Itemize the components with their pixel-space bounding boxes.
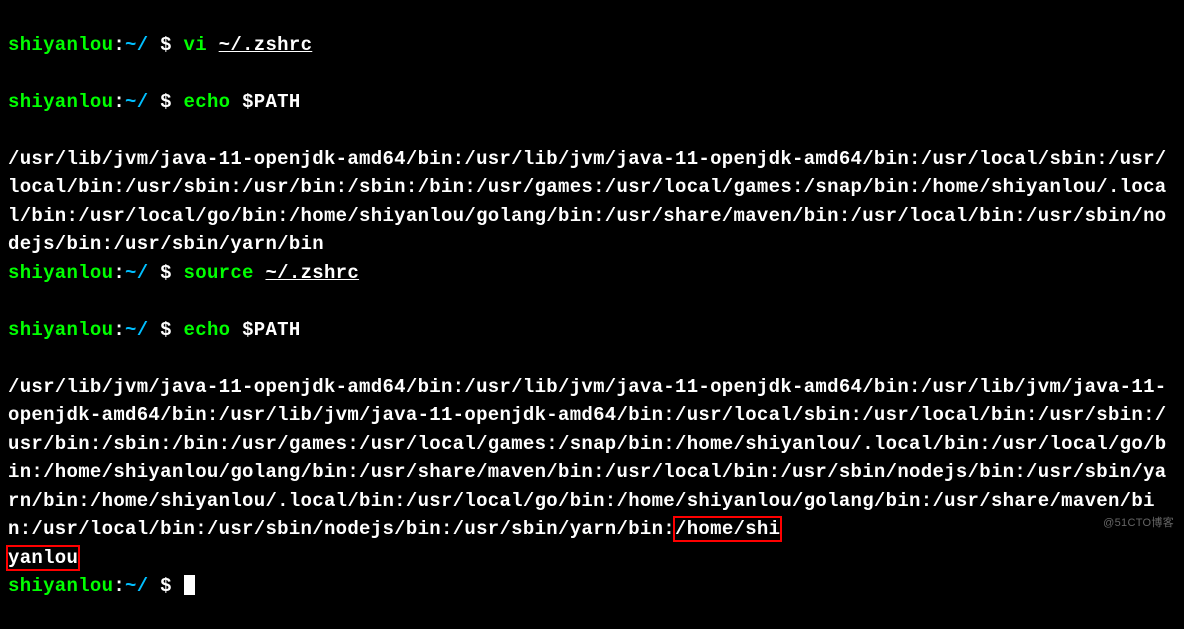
arg-path-1: $PATH [242, 91, 301, 113]
prompt-line-2: shiyanlou:~/ $ echo $PATH [8, 88, 1176, 117]
command-source: source [184, 262, 254, 284]
prompt-path: ~/ [125, 575, 148, 597]
prompt-user: shiyanlou [8, 91, 113, 113]
highlight-home-shiyanlou-1: /home/shi [673, 516, 782, 542]
prompt-dollar: $ [148, 262, 183, 284]
output-path-2: /usr/lib/jvm/java-11-openjdk-amd64/bin:/… [8, 376, 1166, 569]
prompt-user: shiyanlou [8, 575, 113, 597]
prompt-path: ~/ [125, 91, 148, 113]
watermark-text: @51CTO博客 [1103, 515, 1174, 532]
prompt-sep: : [113, 319, 125, 341]
prompt-dollar: $ [148, 575, 183, 597]
prompt-line-1: shiyanlou:~/ $ vi ~/.zshrc [8, 31, 1176, 60]
prompt-dollar: $ [148, 319, 183, 341]
prompt-dollar: $ [148, 34, 183, 56]
command-echo-1: echo [184, 91, 231, 113]
arg-zshrc-2: ~/.zshrc [265, 262, 359, 284]
cursor-icon [184, 575, 195, 595]
prompt-dollar: $ [148, 91, 183, 113]
prompt-sep: : [113, 91, 125, 113]
prompt-sep: : [113, 34, 125, 56]
prompt-sep: : [113, 262, 125, 284]
arg-zshrc-1: ~/.zshrc [219, 34, 313, 56]
prompt-path: ~/ [125, 262, 148, 284]
prompt-path: ~/ [125, 34, 148, 56]
terminal-output[interactable]: shiyanlou:~/ $ vi ~/.zshrc shiyanlou:~/ … [8, 2, 1176, 629]
command-vi: vi [184, 34, 207, 56]
output-path-1: /usr/lib/jvm/java-11-openjdk-amd64/bin:/… [8, 148, 1166, 256]
prompt-path: ~/ [125, 319, 148, 341]
prompt-user: shiyanlou [8, 34, 113, 56]
prompt-line-3: shiyanlou:~/ $ source ~/.zshrc [8, 259, 1176, 288]
output-path-2-pre: /usr/lib/jvm/java-11-openjdk-amd64/bin:/… [8, 376, 1166, 541]
prompt-sep: : [113, 575, 125, 597]
prompt-line-5: shiyanlou:~/ $ [8, 572, 1176, 601]
prompt-user: shiyanlou [8, 262, 113, 284]
prompt-user: shiyanlou [8, 319, 113, 341]
command-echo-2: echo [184, 319, 231, 341]
prompt-line-4: shiyanlou:~/ $ echo $PATH [8, 316, 1176, 345]
arg-path-2: $PATH [242, 319, 301, 341]
highlight-home-shiyanlou-2: yanlou [6, 545, 80, 571]
